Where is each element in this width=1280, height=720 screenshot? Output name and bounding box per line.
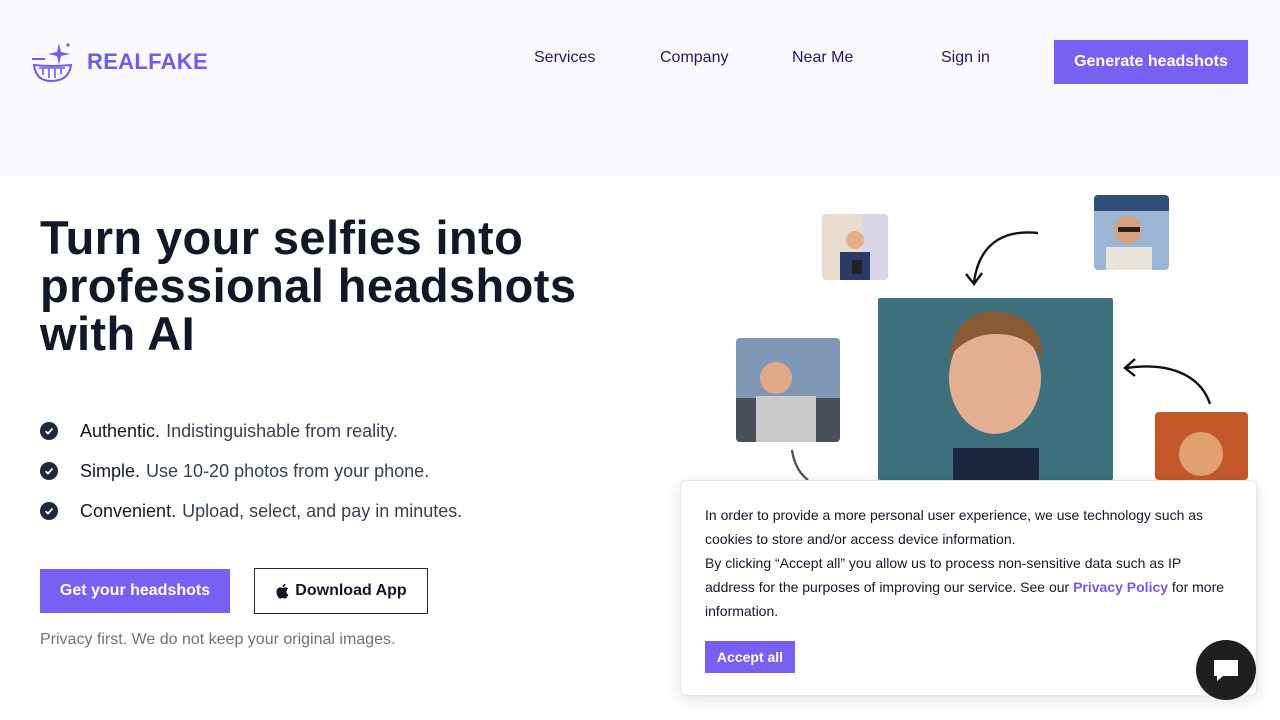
feature-list: Authentic. Indistinguishable from realit… [40, 411, 462, 531]
nav-item-near-me[interactable]: Near Me [792, 49, 853, 67]
check-circle-icon [40, 422, 58, 440]
generated-headshot [878, 298, 1113, 480]
arrow-icon [965, 231, 1039, 286]
selfie-thumbnail [822, 214, 888, 280]
brand-name: REALFAKE [87, 49, 208, 74]
cookie-consent-banner: In order to provide a more personal user… [680, 480, 1257, 696]
download-app-label: Download App [295, 582, 407, 599]
feature-text: Indistinguishable from reality. [166, 420, 398, 441]
site-header: REALFAKE Services Company Near Me Sign i… [0, 0, 1280, 176]
chat-bubble-icon [1214, 660, 1238, 681]
feature-item: Authentic. Indistinguishable from realit… [40, 411, 462, 451]
sparkle-face-logo-icon [32, 43, 73, 83]
download-app-button[interactable]: Download App [254, 568, 428, 614]
feature-item: Convenient. Upload, select, and pay in m… [40, 491, 462, 531]
cookie-text: In order to provide a more personal user… [705, 503, 1232, 623]
privacy-policy-link[interactable]: Privacy Policy [1073, 579, 1168, 595]
feature-item: Simple. Use 10-20 photos from your phone… [40, 451, 462, 491]
selfie-thumbnail [1155, 412, 1248, 480]
check-circle-icon [40, 502, 58, 520]
feature-text: Use 10-20 photos from your phone. [146, 460, 430, 481]
selfie-thumbnail [1094, 195, 1169, 270]
arrow-icon [1123, 358, 1212, 405]
brand-logo[interactable]: REALFAKE [31, 41, 208, 83]
sign-in-link[interactable]: Sign in [941, 49, 990, 67]
selfie-thumbnail [736, 338, 840, 442]
feature-title: Convenient. [80, 500, 177, 521]
feature-title: Authentic. [80, 420, 161, 441]
generate-headshots-button[interactable]: Generate headshots [1054, 40, 1248, 84]
hero-title: Turn your selfies into professional head… [40, 211, 577, 360]
chat-button[interactable] [1196, 640, 1256, 700]
nav-item-services[interactable]: Services [534, 49, 595, 67]
feature-title: Simple. [80, 460, 141, 481]
cookie-line-1: In order to provide a more personal user… [705, 507, 1204, 547]
privacy-note: Privacy first. We do not keep your origi… [40, 631, 396, 648]
check-circle-icon [40, 462, 58, 480]
feature-text: Upload, select, and pay in minutes. [182, 500, 463, 521]
accept-all-button[interactable]: Accept all [705, 641, 795, 673]
apple-icon [276, 583, 289, 599]
get-headshots-button[interactable]: Get your headshots [40, 569, 230, 613]
arrow-icon [790, 449, 809, 481]
nav-item-company[interactable]: Company [660, 49, 728, 67]
